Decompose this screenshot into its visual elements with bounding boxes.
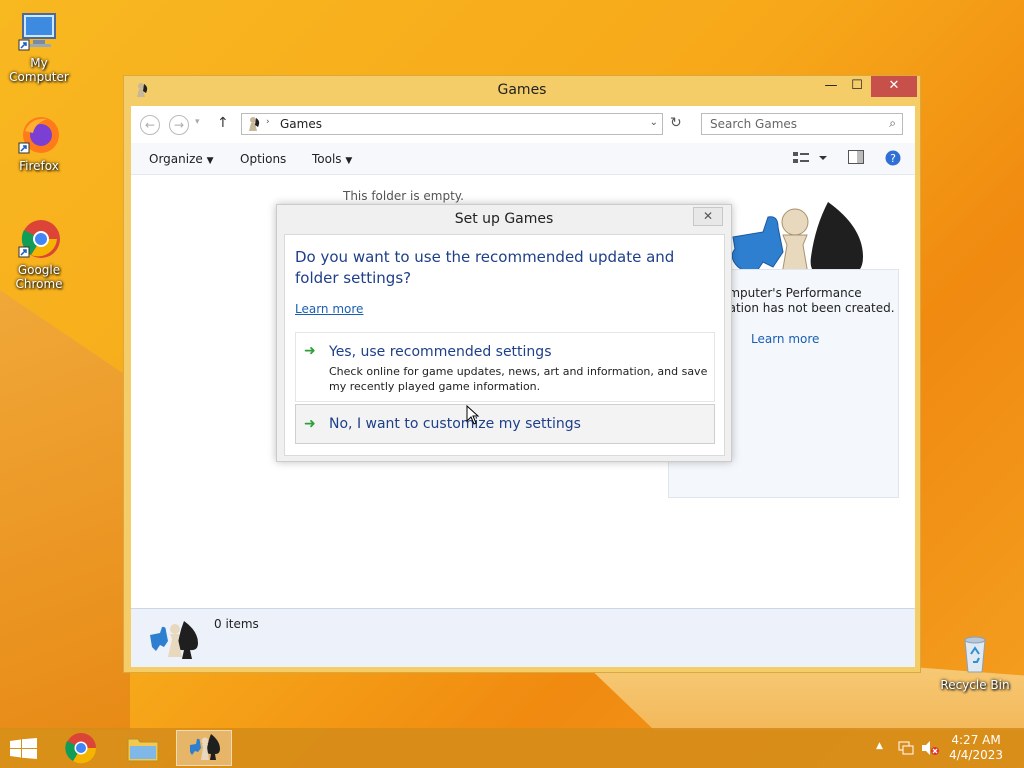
clock-time: 4:27 AM xyxy=(951,733,1001,747)
network-icon[interactable] xyxy=(897,739,915,760)
option-yes-recommended[interactable]: ➜ Yes, use recommended settings Check on… xyxy=(295,332,715,402)
up-arrow-icon[interactable]: ↑ xyxy=(217,115,229,131)
address-bar[interactable]: › Games ⌄ xyxy=(241,113,663,135)
close-button[interactable]: ✕ xyxy=(871,76,917,97)
windows-logo-icon xyxy=(10,738,37,759)
breadcrumb-chevron-icon[interactable]: › xyxy=(266,117,270,127)
tools-label: Tools xyxy=(312,152,342,166)
chevron-down-icon: ▼ xyxy=(206,156,214,166)
address-dropdown-icon[interactable]: ⌄ xyxy=(650,117,658,128)
taskbar: ▲ 4:27 AM 4/4/2023 xyxy=(0,728,1024,768)
maximize-button[interactable]: ☐ xyxy=(840,76,874,97)
desktop-icon-recycle-bin[interactable]: Recycle Bin xyxy=(936,632,1014,692)
window-titlebar[interactable]: Games — ☐ ✕ xyxy=(124,76,920,104)
mouse-cursor-icon xyxy=(466,404,480,428)
games-icon xyxy=(190,734,220,760)
green-arrow-icon: ➜ xyxy=(304,343,316,359)
desktop-icon-firefox[interactable]: Firefox xyxy=(0,113,78,173)
chrome-icon xyxy=(17,217,61,261)
details-pane: 0 items xyxy=(131,608,915,667)
dialog-title: Set up Games xyxy=(454,211,554,227)
window-title: Games xyxy=(497,82,547,98)
wallpaper-shape xyxy=(0,290,130,730)
search-input[interactable]: Search Games ⌕ xyxy=(701,113,903,135)
refresh-icon[interactable]: ↻ xyxy=(670,115,682,131)
preview-pane-icon[interactable] xyxy=(848,150,864,167)
desktop-icon-label: Google Chrome xyxy=(15,263,63,291)
perf-learn-more-link[interactable]: Learn more xyxy=(751,332,819,346)
search-icon[interactable]: ⌕ xyxy=(889,116,896,131)
desktop-icon-my-computer[interactable]: My Computer xyxy=(0,10,78,84)
setup-games-dialog: Set up Games ✕ Do you want to use the re… xyxy=(276,204,732,462)
view-options-icon[interactable] xyxy=(793,150,827,169)
clock-date: 4/4/2023 xyxy=(949,748,1003,762)
recent-locations-chevron-icon[interactable]: ▾ xyxy=(195,117,200,127)
option-yes-description: Check online for game updates, news, art… xyxy=(329,365,708,393)
option-yes-label: Yes, use recommended settings xyxy=(329,344,552,360)
command-toolbar: Organize ▼ Options Tools ▼ ? xyxy=(131,143,915,175)
games-icon xyxy=(244,115,262,136)
perf-info-line2: nation has not been created. xyxy=(721,301,895,315)
folder-icon xyxy=(127,738,159,762)
help-icon[interactable]: ? xyxy=(885,150,901,169)
tools-menu[interactable]: Tools ▼ xyxy=(312,152,352,166)
volume-muted-icon[interactable] xyxy=(921,739,939,760)
organize-label: Organize xyxy=(149,152,203,166)
svg-text:?: ? xyxy=(890,152,896,165)
dialog-close-button[interactable]: ✕ xyxy=(693,207,723,226)
chevron-down-icon: ▼ xyxy=(345,156,353,166)
computer-icon xyxy=(17,10,61,54)
empty-folder-message: This folder is empty. xyxy=(343,189,464,203)
desktop-icon-label: Firefox xyxy=(19,159,59,173)
options-button[interactable]: Options xyxy=(240,152,286,166)
show-hidden-icons-chevron-icon[interactable]: ▲ xyxy=(876,741,883,751)
desktop-icon-label: Recycle Bin xyxy=(940,678,1010,692)
back-arrow-icon[interactable]: ← xyxy=(140,115,160,135)
desktop-icon-label: My Computer xyxy=(9,56,69,84)
start-button[interactable] xyxy=(0,730,56,766)
games-icon xyxy=(148,619,200,664)
taskbar-clock[interactable]: 4:27 AM 4/4/2023 xyxy=(949,733,1003,763)
search-placeholder: Search Games xyxy=(710,117,798,131)
option-no-customize[interactable]: ➜ No, I want to customize my settings xyxy=(295,404,715,444)
desktop-icon-google-chrome[interactable]: Google Chrome xyxy=(0,217,78,291)
chrome-icon xyxy=(65,733,97,764)
taskbar-file-explorer[interactable] xyxy=(115,730,171,766)
dialog-body: Do you want to use the recommended updat… xyxy=(284,234,725,456)
perf-info-line1: omputer's Performance xyxy=(721,286,862,300)
item-count: 0 items xyxy=(214,617,259,631)
recycle-bin-icon xyxy=(953,632,997,676)
firefox-icon xyxy=(17,113,61,157)
taskbar-chrome[interactable] xyxy=(54,730,110,766)
forward-arrow-icon[interactable]: → xyxy=(169,115,189,135)
navigation-bar: ← → ▾ ↑ › Games ⌄ ↻ Search Games ⌕ xyxy=(131,106,915,143)
option-no-label: No, I want to customize my settings xyxy=(329,416,581,432)
breadcrumb-location[interactable]: Games xyxy=(280,117,322,131)
dialog-learn-more-link[interactable]: Learn more xyxy=(295,302,363,316)
organize-menu[interactable]: Organize ▼ xyxy=(149,152,214,166)
dialog-question: Do you want to use the recommended updat… xyxy=(295,248,675,287)
green-arrow-icon: ➜ xyxy=(304,416,316,432)
taskbar-games[interactable] xyxy=(176,730,232,766)
